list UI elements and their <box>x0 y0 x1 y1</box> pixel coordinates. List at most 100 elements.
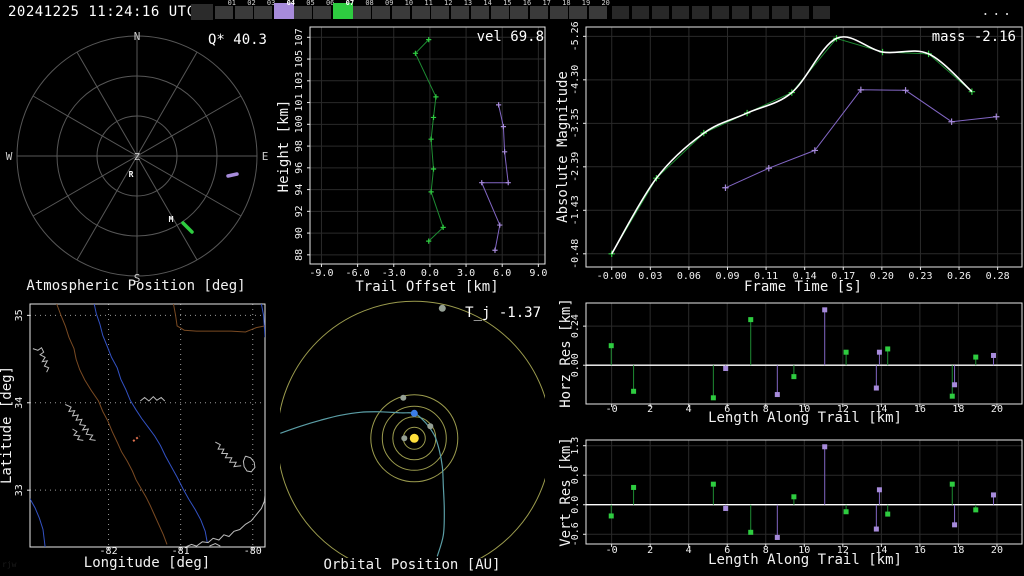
map-shorelines <box>215 441 242 468</box>
body-jupiter <box>438 304 446 312</box>
stem-purple <box>952 504 958 528</box>
x-tick-label: 18 <box>952 545 964 556</box>
point-label-r: R <box>129 170 134 179</box>
x-tick-label: 3.0 <box>457 268 475 279</box>
y-axis-title: Vert Res [km] <box>558 437 574 547</box>
x-tick-label: 6.0 <box>493 268 511 279</box>
stem-purple <box>822 444 828 505</box>
annotation-trail: vel 69.8 <box>477 29 544 45</box>
map-shorelines <box>209 542 221 547</box>
map-rivers <box>30 498 46 547</box>
x-tick-label: 0.0 <box>421 268 439 279</box>
y-tick-label: 103 <box>294 72 305 90</box>
x-tick-label: 18 <box>952 404 964 415</box>
x-tick-label: -3.0 <box>382 268 406 279</box>
y-tick-label: 105 <box>294 50 305 68</box>
x-tick-label: -0.00 <box>597 271 627 282</box>
x-tick-label: 0.20 <box>870 271 894 282</box>
x-tick-label: -6.0 <box>346 268 370 279</box>
orbital-diagram <box>280 300 545 558</box>
annotation-tisserand: T_j -1.37 <box>465 305 541 321</box>
stem-green <box>791 494 797 505</box>
stem-purple <box>990 352 996 366</box>
panel-title-orbital: Orbital Position [AU] <box>323 557 500 573</box>
x-tick-label: -0 <box>606 545 618 556</box>
panel-atmospheric-position: NESW ZRMQ* 40.3Atmospheric Position [deg] <box>6 30 269 294</box>
y-tick-label: 92 <box>294 205 305 217</box>
map-shorelines <box>139 396 166 402</box>
stem-green <box>748 317 754 366</box>
x-tick-label: 16 <box>914 545 926 556</box>
panel-orbital-position: T_j -1.37 Orbital Position [AU] <box>280 300 545 573</box>
x-axis-title: Frame Time [s] <box>744 279 862 295</box>
y-tick-label: 96 <box>294 162 305 174</box>
x-tick-label: -9.0 <box>309 268 333 279</box>
x-tick-label: 9.0 <box>529 268 547 279</box>
stem-purple <box>873 365 879 391</box>
map-features <box>30 304 265 547</box>
y-tick-label: 94 <box>294 184 305 196</box>
series-station-1 <box>412 36 446 244</box>
y-tick-label: -2.39 <box>570 152 581 182</box>
zenith-label: Z <box>134 152 140 163</box>
map-state-border <box>56 304 168 545</box>
map-shorelines <box>65 404 96 441</box>
series-station-2 <box>479 102 511 253</box>
x-tick-label: 0.26 <box>947 271 971 282</box>
stem-purple <box>774 365 780 398</box>
stem-purple <box>723 365 729 371</box>
plots-canvas: NESW ZRMQ* 40.3Atmospheric Position [deg]… <box>0 21 1023 573</box>
x-tick-label: 20 <box>991 404 1003 415</box>
cardinal-n: N <box>134 30 141 43</box>
y-axis-title: Height [km] <box>276 100 292 193</box>
stem-green <box>608 343 614 366</box>
y-tick-label: 33 <box>14 484 25 496</box>
y-tick-label: 100 <box>294 115 305 133</box>
x-tick-label: 0.23 <box>908 271 932 282</box>
stem-green <box>973 354 979 366</box>
cardinal-e: E <box>262 150 269 163</box>
body-sun <box>409 433 419 443</box>
stem-green <box>631 365 637 394</box>
y-axis-title: Latitude [deg] <box>0 366 15 484</box>
y-tick-label: 98 <box>294 140 305 152</box>
stem-green <box>973 504 979 513</box>
stem-green <box>710 365 716 401</box>
x-axis-title: Trail Offset [km] <box>355 279 498 295</box>
x-tick-label: 0.09 <box>715 271 739 282</box>
panel-ground-map: -82 -81 -80333435Longitude [deg]Latitude [… <box>0 303 266 571</box>
stem-green <box>631 484 637 505</box>
series-station-2 <box>722 86 1000 191</box>
annotation-q: Q* 40.3 <box>208 32 267 48</box>
body-venus <box>427 423 434 430</box>
x-tick-label: 0.06 <box>677 271 701 282</box>
x-tick-label: 2 <box>647 545 653 556</box>
y-tick-label: 90 <box>294 227 305 239</box>
green-streak <box>181 221 194 234</box>
panel-horz-residuals: -0 2 4 6 8 10 12 14 16 18 200.000.24Length Along T… <box>558 298 1023 426</box>
stem-purple <box>873 504 879 532</box>
x-tick-label: 4 <box>686 404 692 415</box>
map-ground-track <box>132 435 141 442</box>
stem-green <box>843 504 849 515</box>
panel-trail-offset: -9.0 -6.0 -3.0 0.0 3.0 6.0 9.0 88 90 92 94 96 98 100 1… <box>276 26 547 295</box>
purple-streak <box>226 172 239 178</box>
app-root: { "header": { "timestamp": "20241225 11:… <box>0 0 1024 576</box>
x-tick-label: 0.28 <box>986 271 1010 282</box>
stem-purple <box>822 307 828 366</box>
y-tick-label: 101 <box>294 94 305 112</box>
x-tick-label: 0.03 <box>638 271 662 282</box>
map-rivers <box>260 304 265 338</box>
watermark: rjw <box>2 560 17 569</box>
y-tick-label: -5.26 <box>570 21 581 51</box>
meteoroid-trajectory <box>280 411 445 557</box>
map-shorelines <box>72 428 84 441</box>
stem-purple <box>990 492 996 505</box>
y-tick-label: 34 <box>14 397 25 409</box>
map-shorelines <box>242 455 256 473</box>
x-axis-title: Longitude [deg] <box>84 555 210 571</box>
panel-title-atmospheric: Atmospheric Position [deg] <box>26 278 245 294</box>
x-tick-label: 4 <box>686 545 692 556</box>
map-state-border <box>173 304 265 333</box>
panel-light-curve: -0.00 0.03 0.06 0.09 0.11 0.14 0.17 0.20 0.23 0.2… <box>555 21 1023 295</box>
